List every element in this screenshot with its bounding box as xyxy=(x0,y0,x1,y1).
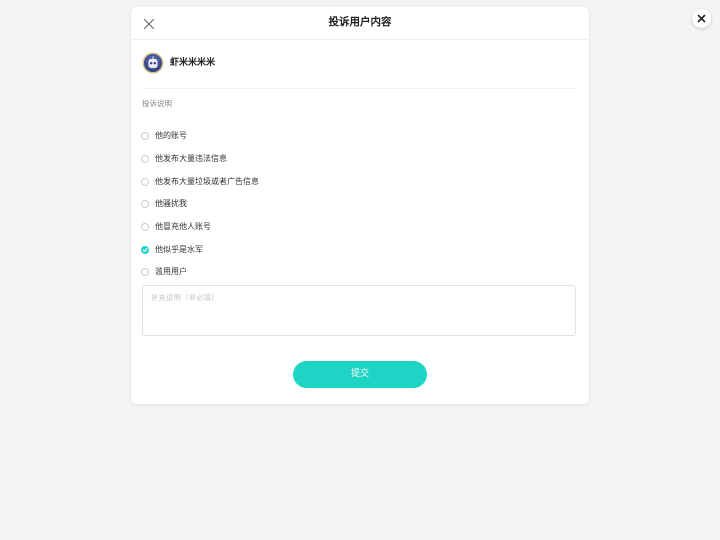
option-harassment[interactable]: 他骚扰我 xyxy=(141,193,441,216)
complaint-dialog: 投诉用户内容 虾米米米米 投诉说明 他的账号 他发布大量违法信息 他发布大量垃圾… xyxy=(131,7,589,404)
radio-button[interactable] xyxy=(141,177,149,186)
option-spam-ads[interactable]: 他发布大量垃圾或者广告信息 xyxy=(141,170,441,193)
supplement-note-field[interactable] xyxy=(142,285,576,336)
option-label: 滥用用户 xyxy=(155,267,187,277)
option-label: 他冒充他人账号 xyxy=(155,222,211,232)
option-abusive-user[interactable]: 滥用用户 xyxy=(141,261,441,284)
option-his-account[interactable]: 他的账号 xyxy=(141,125,441,148)
option-label: 他发布大量垃圾或者广告信息 xyxy=(155,176,259,186)
user-info: 虾米米米米 xyxy=(142,52,576,89)
page-close-button[interactable] xyxy=(692,9,711,28)
radio-button[interactable] xyxy=(141,155,149,164)
radio-button[interactable] xyxy=(141,200,149,209)
submit-button[interactable]: 提交 xyxy=(293,361,427,388)
radio-button-checked[interactable] xyxy=(141,245,149,254)
check-icon xyxy=(142,247,148,252)
dialog-title: 投诉用户内容 xyxy=(328,16,392,28)
close-icon xyxy=(697,14,706,23)
option-paid-poster[interactable]: 他似乎是水军 xyxy=(141,238,441,261)
section-label: 投诉说明 xyxy=(142,99,172,108)
robot-avatar xyxy=(142,52,164,74)
radio-button[interactable] xyxy=(141,132,149,141)
option-label: 他的账号 xyxy=(155,131,187,141)
radio-button[interactable] xyxy=(141,268,149,277)
option-illegal-info[interactable]: 他发布大量违法信息 xyxy=(141,148,441,171)
dialog-header: 投诉用户内容 xyxy=(131,7,589,40)
radio-button[interactable] xyxy=(141,223,149,232)
dialog-close-button[interactable] xyxy=(142,16,156,30)
close-icon xyxy=(143,18,155,30)
option-impersonation[interactable]: 他冒充他人账号 xyxy=(141,216,441,239)
username: 虾米米米米 xyxy=(170,58,216,68)
option-label: 他骚扰我 xyxy=(155,199,187,209)
complaint-options: 他的账号 他发布大量违法信息 他发布大量垃圾或者广告信息 他骚扰我 他冒充他人账… xyxy=(141,125,441,284)
option-label: 他发布大量违法信息 xyxy=(155,154,227,164)
option-label: 他似乎是水军 xyxy=(155,244,203,254)
